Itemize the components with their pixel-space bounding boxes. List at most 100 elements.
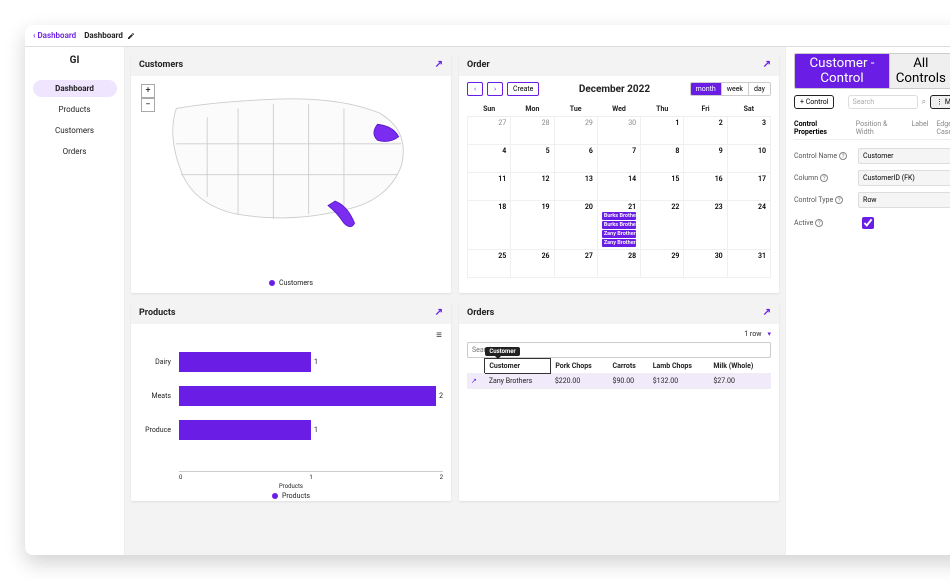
cal-cell[interactable]: 29 [554, 117, 597, 145]
cal-create-button[interactable]: Create [507, 82, 539, 96]
help-icon[interactable]: ? [820, 174, 828, 182]
cal-cell[interactable]: 26 [511, 250, 554, 278]
map-legend: Customers [279, 279, 313, 287]
cal-cell[interactable]: 9 [684, 145, 727, 173]
sidebar-item-dashboard[interactable]: Dashboard [33, 80, 117, 97]
cal-cell[interactable]: 15 [641, 173, 684, 201]
cal-cell[interactable]: 4 [468, 145, 511, 173]
properties-panel: Customer - Control All Controls ✕ + Cont… [785, 47, 950, 555]
cal-cell[interactable]: 11 [468, 173, 511, 201]
popout-icon[interactable]: ↗ [435, 59, 443, 70]
cal-cell[interactable]: 6 [554, 145, 597, 173]
cal-day-header: Sun [468, 102, 511, 117]
cal-cell[interactable]: 30 [684, 250, 727, 278]
props-search-input[interactable] [848, 95, 918, 109]
cal-event[interactable]: Zany Brothers [602, 239, 636, 247]
orders-col-header[interactable]: Carrots [609, 359, 649, 374]
chart-menu-icon[interactable]: ≡ [436, 330, 443, 341]
back-link[interactable]: ‹ Dashboard [33, 31, 76, 40]
cal-event[interactable]: Burks Brothers [602, 221, 636, 229]
help-icon[interactable]: ? [839, 152, 847, 160]
cal-cell[interactable]: 19 [511, 201, 554, 250]
table-row[interactable]: ↗Zany Brothers$220.00$90.00$132.00$27.00 [467, 374, 771, 389]
cal-cell[interactable]: 30 [597, 117, 640, 145]
axis-tick: 0 [179, 474, 182, 481]
orders-col-header[interactable]: Pork Chops [551, 359, 609, 374]
popout-icon[interactable]: ↗ [435, 307, 443, 318]
cal-cell[interactable]: 23 [684, 201, 727, 250]
cal-cell[interactable]: 12 [511, 173, 554, 201]
orders-col-header[interactable] [467, 359, 485, 374]
cal-cell[interactable]: 31 [727, 250, 770, 278]
open-row-icon[interactable]: ↗ [467, 374, 485, 389]
props-tab[interactable]: Label [911, 117, 928, 139]
cal-cell[interactable]: 3 [727, 117, 770, 145]
cal-cell[interactable]: 21Burks BrothersBurks BrothersZany Broth… [597, 201, 640, 250]
bar[interactable] [179, 420, 311, 440]
cal-cell[interactable]: 5 [511, 145, 554, 173]
view-month-button[interactable]: month [691, 83, 722, 95]
orders-col-header[interactable]: Lamb Chops [649, 359, 710, 374]
cal-event[interactable]: Zany Brothers [602, 230, 636, 238]
control-type-label: Control Type? [794, 196, 852, 204]
sidebar-item-orders[interactable]: Orders [33, 143, 117, 160]
cal-cell[interactable]: 16 [684, 173, 727, 201]
column-input[interactable] [858, 170, 950, 186]
cal-prev-button[interactable]: ‹ [467, 82, 483, 96]
help-icon[interactable]: ? [835, 196, 843, 204]
table-cell: $90.00 [609, 374, 649, 389]
bar[interactable] [179, 352, 311, 372]
x-axis-label: Products [139, 483, 443, 490]
axis-tick: 1 [309, 474, 312, 481]
cal-cell[interactable]: 20 [554, 201, 597, 250]
us-map[interactable]: + − Customers [139, 82, 443, 287]
help-icon[interactable]: ? [815, 219, 823, 227]
cal-day-header: Thu [641, 102, 684, 117]
cal-cell[interactable]: 27 [468, 117, 511, 145]
cal-cell[interactable]: 27 [554, 250, 597, 278]
cal-cell[interactable]: 28 [511, 117, 554, 145]
popout-icon[interactable]: ↗ [763, 307, 771, 318]
scope-this-button[interactable]: Customer - Control [795, 54, 890, 88]
active-checkbox[interactable] [862, 217, 874, 229]
props-tab[interactable]: Control Properties [794, 117, 848, 139]
cal-cell[interactable]: 22 [641, 201, 684, 250]
edit-icon[interactable] [127, 32, 135, 40]
view-week-button[interactable]: week [722, 83, 749, 95]
cal-cell[interactable]: 25 [468, 250, 511, 278]
cal-cell[interactable]: 24 [727, 201, 770, 250]
cal-cell[interactable]: 28 [597, 250, 640, 278]
cal-cell[interactable]: 8 [641, 145, 684, 173]
cal-cell[interactable]: 17 [727, 173, 770, 201]
cal-cell[interactable]: 7 [597, 145, 640, 173]
cal-cell[interactable]: 29 [641, 250, 684, 278]
props-tab[interactable]: Position & Width [856, 117, 904, 139]
scope-all-button[interactable]: All Controls [890, 54, 950, 88]
cal-event[interactable]: Burks Brothers [602, 212, 636, 220]
zoom-in-button[interactable]: + [141, 84, 155, 98]
props-tab[interactable]: Edge Case [936, 117, 950, 139]
orders-col-header[interactable]: Milk (Whole) [709, 359, 771, 374]
more-button[interactable]: ⋮ More [930, 95, 950, 109]
cal-cell[interactable]: 2 [684, 117, 727, 145]
cal-cell[interactable]: 14 [597, 173, 640, 201]
control-name-input[interactable] [858, 148, 950, 164]
add-control-button[interactable]: + Control [794, 95, 834, 109]
sidebar-item-customers[interactable]: Customers [33, 122, 117, 139]
cal-cell[interactable]: 13 [554, 173, 597, 201]
zoom-out-button[interactable]: − [141, 98, 155, 112]
orders-col-header[interactable]: CustomerCustomer [485, 359, 551, 374]
sidebar-item-products[interactable]: Products [33, 101, 117, 118]
calendar-grid[interactable]: SunMonTueWedThuFriSat 272829301234567891… [467, 102, 771, 278]
sidebar: GI DashboardProductsCustomersOrders [25, 47, 125, 555]
cal-cell[interactable]: 1 [641, 117, 684, 145]
cal-cell[interactable]: 10 [727, 145, 770, 173]
filter-icon[interactable]: ▾ [767, 330, 771, 338]
cal-next-button[interactable]: › [487, 82, 503, 96]
control-type-input[interactable] [858, 192, 950, 208]
popout-icon[interactable]: ↗ [763, 59, 771, 70]
view-day-button[interactable]: day [749, 83, 770, 95]
bar[interactable] [179, 386, 436, 406]
cal-cell[interactable]: 18 [468, 201, 511, 250]
table-cell: $132.00 [649, 374, 710, 389]
